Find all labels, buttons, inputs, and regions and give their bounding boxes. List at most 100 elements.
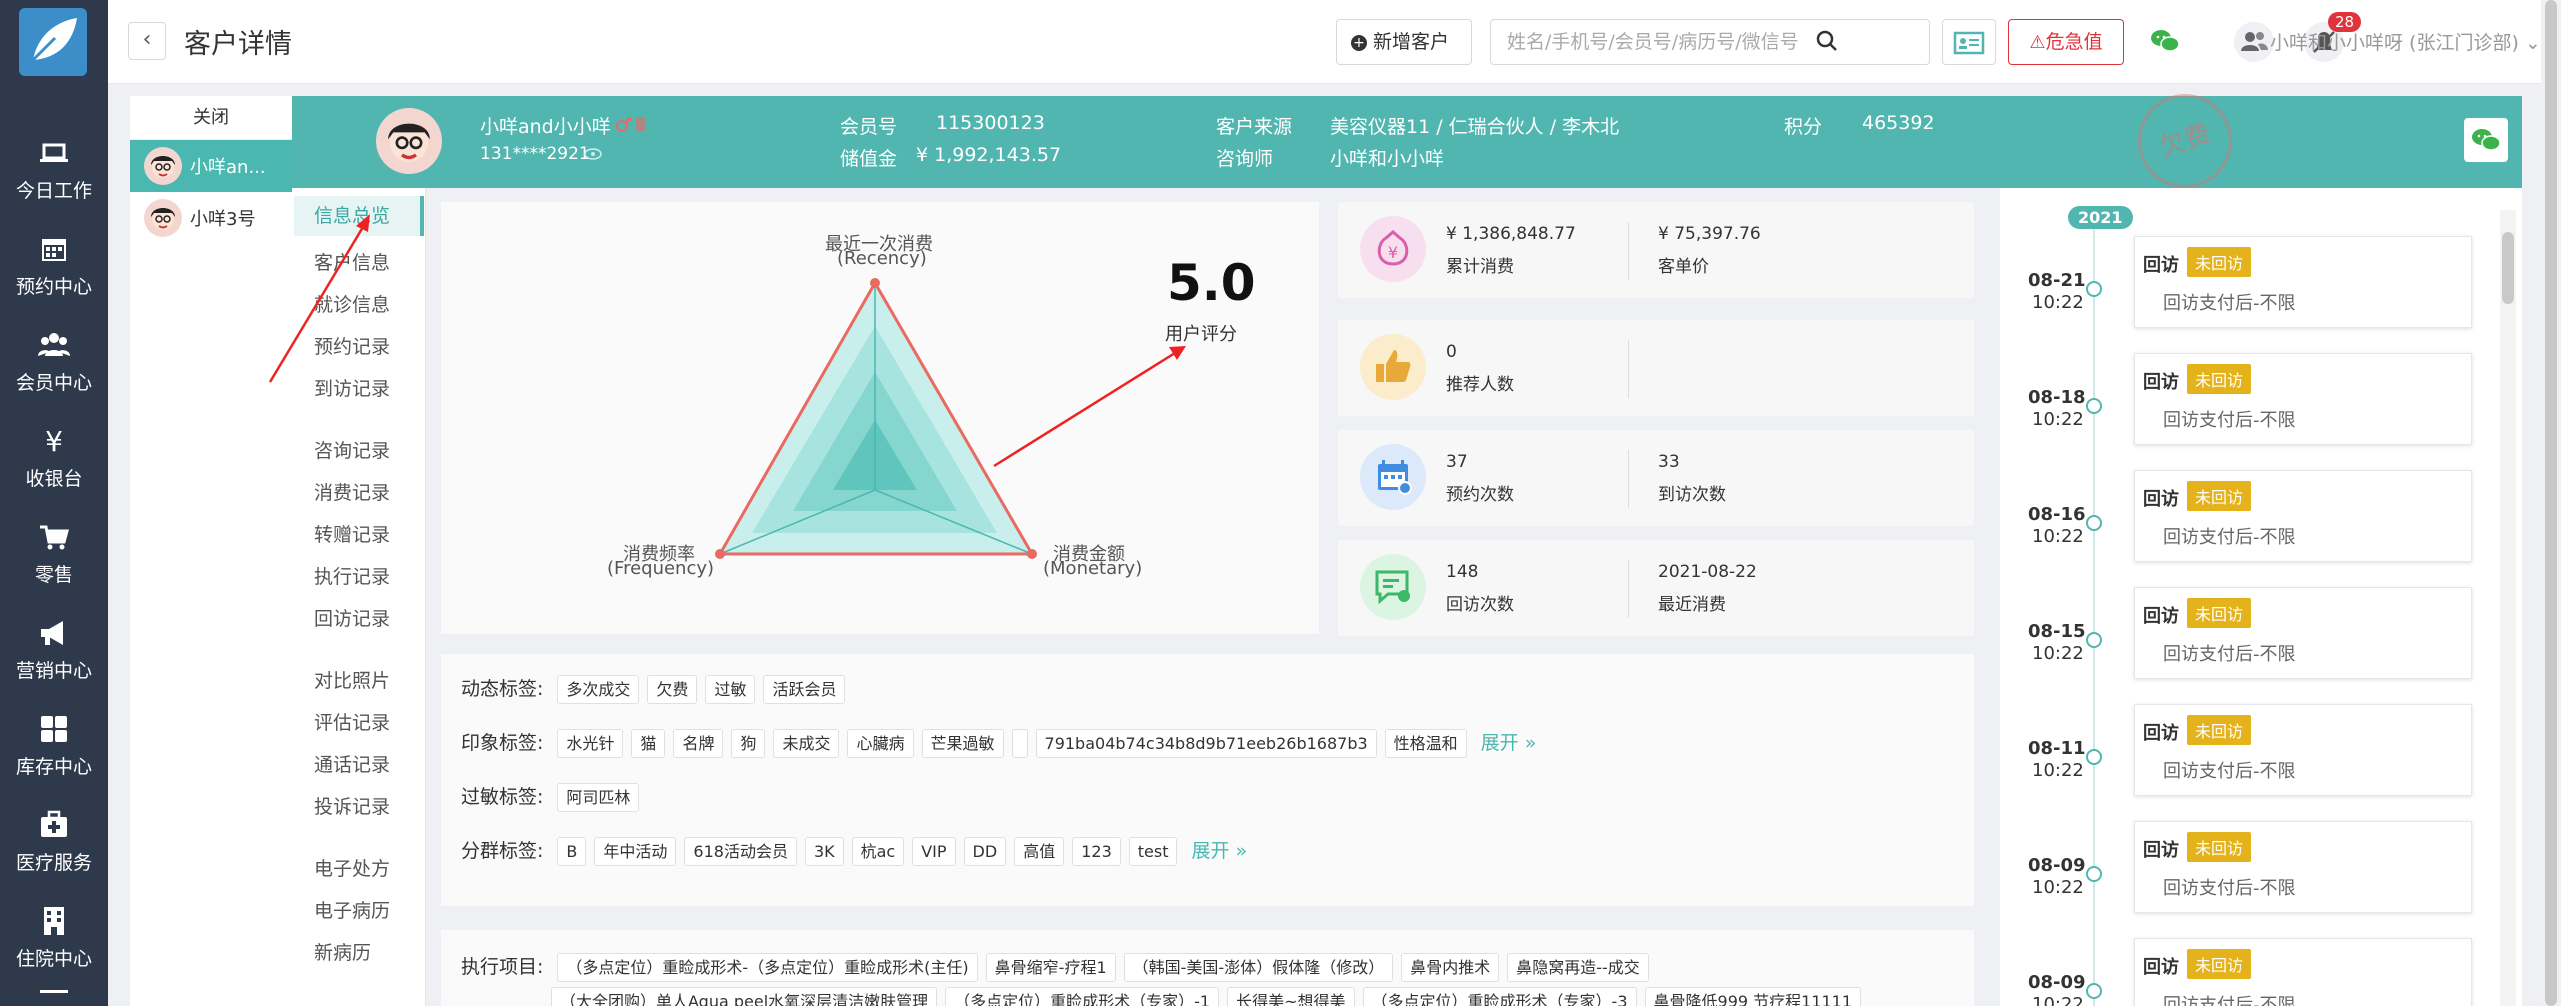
customer-name: 小咩and小小咩 (480, 116, 611, 138)
nav-label: 零售 (34, 564, 73, 586)
side-menu-item[interactable]: 投诉记录 (314, 792, 390, 819)
nav-item-inpatient[interactable]: 住院中心 (0, 888, 108, 978)
divider (1628, 222, 1629, 280)
nav-label: 预约中心 (15, 276, 92, 298)
wechat-icon (2472, 129, 2501, 151)
nav-item-cashier[interactable]: ¥ 收银台 (0, 408, 108, 498)
followup-card[interactable]: 回访 未回访 回访支付后-不限 (2134, 587, 2472, 679)
timeline-scrollbar[interactable] (2500, 210, 2516, 1006)
user-menu[interactable]: 小咩和小小咩呀 (张江门诊部) ⌄ (2270, 28, 2541, 55)
divider (1628, 560, 1629, 618)
stat-card-visits: 37 预约次数 33 到访次数 (1338, 430, 1974, 526)
medkit-icon (41, 810, 67, 837)
expand-impression-link[interactable]: 展开 » (1481, 728, 1537, 755)
followup-card[interactable]: 回访 未回访 回访支付后-不限 (2134, 821, 2472, 913)
yen-icon: ¥ (45, 425, 63, 458)
wechat-icon[interactable] (2150, 28, 2180, 54)
tag-chip: 活跃会员 (763, 674, 846, 704)
tag-chip: 鼻骨内推术 (1401, 952, 1500, 982)
tag-chip: 鼻骨缩窄-疗程1 (985, 952, 1116, 982)
megaphone-icon (41, 621, 63, 645)
emergency-button[interactable]: ⚠危急值 (2008, 19, 2124, 65)
allergy-tags-label: 过敏标签: (461, 786, 544, 808)
id-card-button[interactable] (1942, 19, 1996, 65)
followup-card[interactable]: 回访 未回访 回访支付后-不限 (2134, 236, 2472, 328)
nav-label: 今日工作 (15, 180, 92, 202)
referral-count: 0 (1446, 342, 1457, 362)
nav-item-today-work[interactable]: 今日工作 (0, 120, 108, 210)
page-scrollbar[interactable] (2541, 0, 2561, 1006)
side-menu-item[interactable]: 转赠记录 (314, 520, 390, 547)
expand-group-link[interactable]: 展开 » (1191, 836, 1247, 863)
last-consumption-label: 最近消费 (1658, 595, 1726, 615)
nav-item-inventory[interactable]: 库存中心 (0, 696, 108, 786)
tag-chip: 年中活动 (594, 836, 677, 866)
side-menu-item[interactable]: 通话记录 (314, 750, 390, 777)
app-logo[interactable] (19, 8, 87, 76)
status-badge: 未回访 (2187, 247, 2252, 277)
nav-item-retail[interactable]: 零售 (0, 504, 108, 594)
stat-card-referrals: 0 推荐人数 (1338, 320, 1974, 416)
patient-tab[interactable]: 小咩an... (130, 140, 292, 192)
radar-point-monetary (1027, 549, 1037, 559)
timeline-time: 10:22 (2032, 877, 2084, 898)
annotation-arrow (993, 346, 1184, 468)
followup-type: 回访 (2143, 957, 2179, 978)
page-title: 客户详情 (184, 29, 292, 60)
followup-desc: 回访支付后-不限 (2163, 644, 2296, 665)
user-score: 5.0 (1167, 254, 1256, 312)
nav-item-appointments[interactable]: 预约中心 (0, 216, 108, 306)
followup-desc: 回访支付后-不限 (2163, 410, 2296, 431)
followup-card[interactable]: 回访 未回访 回访支付后-不限 (2134, 470, 2472, 562)
total-consumption-value: ¥ 1,386,848.77 (1446, 224, 1576, 244)
side-menu-item[interactable]: 咨询记录 (314, 436, 390, 463)
nav-item-members[interactable]: 会员中心 (0, 312, 108, 402)
timeline-date: 08-21 (2028, 270, 2086, 291)
status-badge: 未回访 (2187, 481, 2252, 511)
gender-icon (616, 117, 646, 132)
followup-card[interactable]: 回访 未回访 回访支付后-不限 (2134, 938, 2472, 1006)
cart-icon (40, 525, 69, 550)
close-tabs-button[interactable]: 关闭 (130, 96, 292, 140)
add-customer-button[interactable]: + 新增客户 (1336, 19, 1472, 65)
timeline-time: 10:22 (2032, 643, 2084, 664)
side-menu-item[interactable]: 评估记录 (314, 708, 390, 735)
status-badge: 未回访 (2187, 832, 2252, 862)
team-button[interactable] (2234, 22, 2274, 62)
exec-row: （大全团购）单人Aqua peel水氧深层清洁嫩肤管理 （多点定位）重睑成形术（专… (551, 987, 1869, 1006)
side-menu-item[interactable]: 对比照片 (314, 666, 390, 693)
back-button[interactable]: ‹ (128, 22, 166, 60)
search-input[interactable]: 姓名/手机号/会员号/病历号/微信号 (1490, 19, 1930, 65)
nav-item-marketing[interactable]: 营销中心 (0, 600, 108, 690)
eye-icon[interactable] (584, 148, 602, 160)
annotation-arrowhead (1169, 346, 1186, 360)
calendar-check-icon (1360, 444, 1426, 510)
side-menu-item[interactable]: 电子处方 (314, 854, 390, 881)
followup-desc: 回访支付后-不限 (2163, 761, 2296, 782)
source-label: 客户来源 (1216, 116, 1293, 138)
group-tags-row: 分群标签: B 年中活动 618活动会员 3K 杭ac VIP DD 高值 123 test 展开 » (461, 836, 1247, 866)
side-menu-item[interactable]: 新病历 (314, 938, 371, 965)
group-tags-label: 分群标签: (461, 840, 544, 862)
timeline-dot (2086, 866, 2102, 882)
top-bar: ‹ 客户详情 + 新增客户 姓名/手机号/会员号/病历号/微信号 ⚠危急值 28 … (108, 0, 2541, 84)
side-menu-item[interactable]: 回访记录 (314, 604, 390, 631)
tag-chip: 阿司匹林 (557, 782, 640, 812)
side-menu-item[interactable]: 电子病历 (314, 896, 390, 923)
wechat-bind-button[interactable] (2464, 118, 2508, 162)
money-bag-icon: ¥ (1360, 216, 1426, 282)
tag-chip: （大全团购）单人Aqua peel水氧深层清洁嫩肤管理 (551, 987, 938, 1006)
side-menu-item[interactable]: 执行记录 (314, 562, 390, 589)
status-badge: 未回访 (2187, 715, 2252, 745)
timeline-date: 08-09 (2028, 972, 2086, 993)
followup-card[interactable]: 回访 未回访 回访支付后-不限 (2134, 353, 2472, 445)
divider (1628, 450, 1629, 508)
followup-card[interactable]: 回访 未回访 回访支付后-不限 (2134, 704, 2472, 796)
nav-item-medical[interactable]: 医疗服务 (0, 792, 108, 882)
grid-icon (41, 716, 67, 742)
search-icon[interactable] (1816, 30, 1838, 52)
side-menu-item[interactable]: 消费记录 (314, 478, 390, 505)
followup-type: 回访 (2143, 372, 2179, 393)
patient-tab-label: 小咩an... (190, 157, 266, 178)
timeline-date: 08-09 (2028, 855, 2086, 876)
